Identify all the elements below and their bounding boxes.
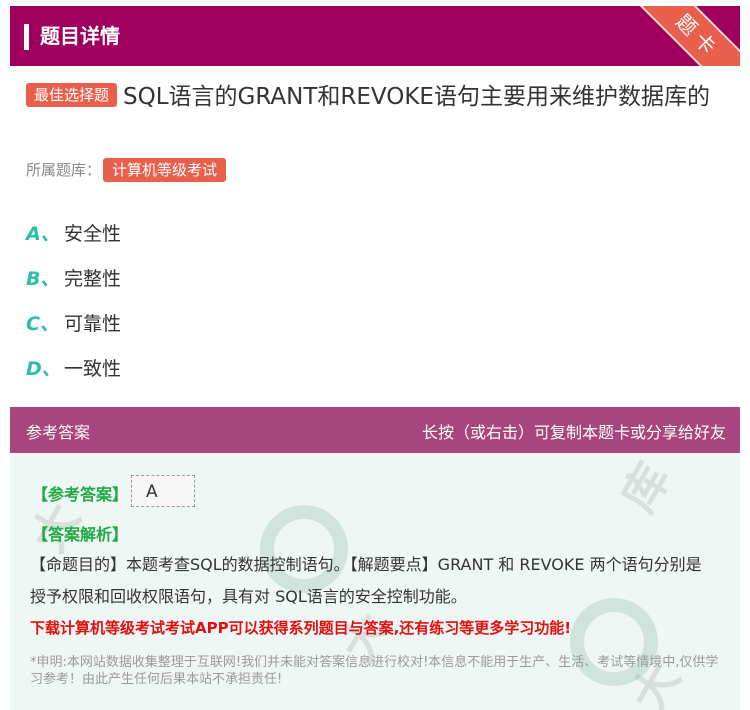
reference-answer-label: 【参考答案】: [32, 485, 129, 504]
option-letter: A、: [26, 223, 60, 245]
option-letter: D、: [26, 358, 61, 380]
option-a[interactable]: A、 安全性: [26, 210, 121, 255]
option-text: 完整性: [64, 268, 122, 290]
source-label: 所属题库：: [26, 161, 102, 179]
share-hint: 长按（或右击）可复制本题卡或分享给好友: [421, 423, 726, 442]
answer-section-header: 参考答案 长按（或右击）可复制本题卡或分享给好友: [10, 407, 740, 453]
reference-answer-value[interactable]: A: [131, 475, 195, 507]
question-type-badge: 最佳选择题: [26, 83, 118, 107]
question-stem: 最佳选择题 SQL语言的GRANT和REVOKE语句主要用来维护数据库的: [26, 78, 732, 116]
app-download-promo[interactable]: 下载计算机等级考试考试APP可以获得系列题目与答案,还有练习等更多学习功能!: [30, 617, 730, 638]
option-letter: B、: [26, 268, 60, 290]
answer-options: A、 安全性 B、 完整性 C、 可靠性 D、 一致性: [26, 210, 121, 390]
page-title: 题目详情: [40, 24, 120, 48]
option-letter: C、: [26, 313, 59, 335]
answer-section-title: 参考答案: [26, 423, 91, 442]
question-card-corner-badge: 题卡: [628, 6, 740, 66]
answer-section-body: 大 大 库 大 【参考答案】 A 【答案解析】 【命题目的】本题考查SQL的数据…: [10, 453, 740, 710]
option-text: 安全性: [64, 223, 122, 245]
question-text: SQL语言的GRANT和REVOKE语句主要用来维护数据库的: [123, 84, 710, 110]
option-d[interactable]: D、 一致性: [26, 345, 121, 390]
option-text: 可靠性: [64, 313, 122, 335]
disclaimer-text: *申明:本网站数据收集整理于互联网!我们并未能对答案信息进行校对!本信息不能用于…: [30, 655, 719, 687]
source-tag-link[interactable]: 计算机等级考试: [103, 158, 227, 182]
option-b[interactable]: B、 完整性: [26, 255, 121, 300]
option-text: 一致性: [64, 358, 122, 380]
watermark-text: 库: [610, 454, 681, 521]
analysis-text: 【命题目的】本题考查SQL的数据控制语句。【解题要点】GRANT 和 REVOK…: [30, 555, 702, 606]
header-accent-bar: [24, 24, 29, 50]
question-source: 所属题库： 计算机等级考试: [26, 158, 227, 182]
page-header: 题目详情 题卡: [10, 6, 740, 66]
option-c[interactable]: C、 可靠性: [26, 300, 121, 345]
analysis-label: 【答案解析】: [32, 525, 129, 544]
